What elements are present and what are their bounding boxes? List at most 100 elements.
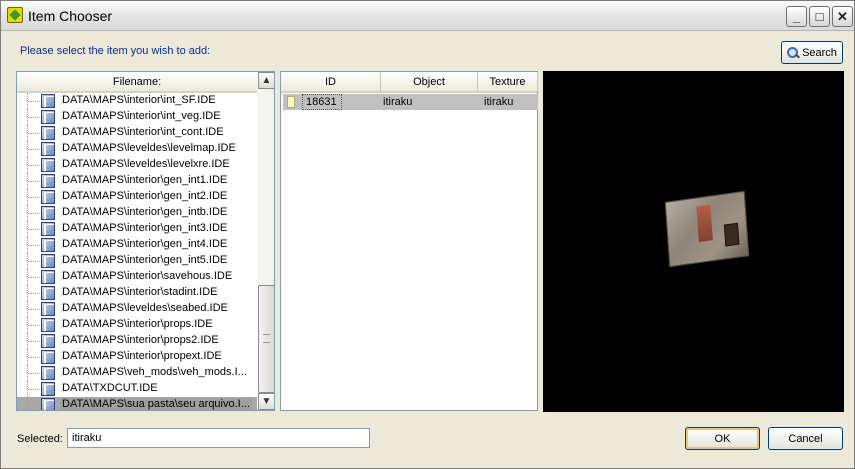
tree-connector	[27, 397, 28, 410]
file-icon	[41, 94, 55, 108]
title-bar[interactable]: Item Chooser _ □ ✕	[1, 1, 854, 31]
file-icon	[41, 398, 55, 410]
file-label: DATA\MAPS\interior\props2.IDE	[62, 334, 219, 346]
object-table-header: ID Object Texture	[281, 72, 538, 93]
maximize-button[interactable]: □	[809, 6, 830, 27]
column-header-object[interactable]: Object	[381, 72, 478, 92]
file-icon	[41, 366, 55, 380]
list-item[interactable]: DATA\MAPS\leveldes\seabed.IDE	[17, 301, 257, 317]
file-label: DATA\MAPS\interior\stadint.IDE	[62, 286, 218, 298]
tree-branch	[28, 261, 40, 262]
list-item[interactable]: DATA\MAPS\interior\int_SF.IDE	[17, 93, 257, 109]
file-label: DATA\MAPS\interior\int_veg.IDE	[62, 110, 221, 122]
list-item[interactable]: DATA\MAPS\interior\props.IDE	[17, 317, 257, 333]
scroll-up-button[interactable]: ▲	[258, 72, 274, 89]
file-label: DATA\MAPS\sua pasta\seu arquivo.I...	[60, 398, 252, 410]
tree-branch	[28, 325, 40, 326]
list-item[interactable]: DATA\MAPS\interior\gen_int2.IDE	[17, 189, 257, 205]
tree-branch	[28, 293, 40, 294]
close-button[interactable]: ✕	[832, 6, 853, 27]
list-item[interactable]: DATA\MAPS\interior\int_cont.IDE	[17, 125, 257, 141]
list-item[interactable]: DATA\MAPS\leveldes\levelxre.IDE	[17, 157, 257, 173]
cancel-button[interactable]: Cancel	[768, 427, 843, 450]
instruction-text: Please select the item you wish to add:	[20, 45, 211, 57]
file-icon	[41, 126, 55, 140]
tree-branch	[28, 309, 40, 310]
minimize-button[interactable]: _	[786, 6, 807, 27]
3d-model-render	[664, 190, 750, 268]
object-table[interactable]: ID Object Texture 18631 itiraku itiraku	[280, 71, 538, 411]
file-rows: DATA\MAPS\interior\int_SF.IDE DATA\MAPS\i…	[17, 93, 257, 410]
file-label: DATA\MAPS\interior\gen_int3.IDE	[62, 222, 228, 234]
list-item[interactable]: DATA\MAPS\interior\gen_intb.IDE	[17, 205, 257, 221]
file-icon	[41, 158, 55, 172]
file-icon	[41, 318, 55, 332]
tree-branch	[28, 101, 40, 102]
list-item[interactable]: DATA\MAPS\interior\gen_int1.IDE	[17, 173, 257, 189]
column-header-id[interactable]: ID	[281, 72, 381, 92]
tree-branch	[28, 405, 40, 406]
selected-label: Selected:	[17, 433, 63, 445]
file-icon	[41, 142, 55, 156]
list-item[interactable]: DATA\TXDCUT.IDE	[17, 381, 257, 397]
item-chooser-window: Item Chooser _ □ ✕ Please select the ite…	[0, 0, 855, 469]
list-item[interactable]: DATA\MAPS\leveldes\levelmap.IDE	[17, 141, 257, 157]
column-header-texture[interactable]: Texture	[478, 72, 538, 92]
selected-field[interactable]	[67, 428, 370, 448]
cell-object: itiraku	[383, 96, 413, 108]
list-item[interactable]: DATA\MAPS\interior\stadint.IDE	[17, 285, 257, 301]
file-label: DATA\MAPS\leveldes\levelxre.IDE	[62, 158, 230, 170]
list-item[interactable]: DATA\MAPS\interior\propext.IDE	[17, 349, 257, 365]
file-label: DATA\MAPS\interior\gen_int5.IDE	[62, 254, 228, 266]
tree-branch	[28, 213, 40, 214]
scroll-thumb[interactable]	[258, 285, 274, 393]
file-label: DATA\MAPS\interior\props.IDE	[62, 318, 213, 330]
file-label: DATA\MAPS\interior\propext.IDE	[62, 350, 222, 362]
tree-branch	[28, 341, 40, 342]
file-label: DATA\MAPS\interior\gen_int1.IDE	[62, 174, 228, 186]
app-icon	[7, 7, 23, 23]
list-item[interactable]: DATA\MAPS\interior\gen_int5.IDE	[17, 253, 257, 269]
tree-branch	[28, 277, 40, 278]
file-icon	[41, 238, 55, 252]
file-label: DATA\MAPS\interior\int_cont.IDE	[62, 126, 224, 138]
tree-branch	[28, 389, 40, 390]
cell-id: 18631	[306, 96, 337, 108]
list-item[interactable]: DATA\MAPS\sua pasta\seu arquivo.I...	[17, 397, 257, 410]
tree-branch	[28, 229, 40, 230]
file-label: DATA\MAPS\interior\int_SF.IDE	[62, 94, 216, 106]
file-label: DATA\MAPS\interior\gen_int2.IDE	[62, 190, 228, 202]
ok-button[interactable]: OK	[685, 427, 760, 450]
tree-branch	[28, 197, 40, 198]
filename-column-header[interactable]: Filename:	[17, 72, 257, 93]
file-label: DATA\MAPS\interior\gen_intb.IDE	[62, 206, 228, 218]
file-icon	[41, 334, 55, 348]
tree-branch	[28, 181, 40, 182]
list-item[interactable]: DATA\MAPS\veh_mods\veh_mods.I...	[17, 365, 257, 381]
list-item[interactable]: DATA\MAPS\interior\gen_int3.IDE	[17, 221, 257, 237]
file-icon	[41, 206, 55, 220]
file-label: DATA\MAPS\leveldes\seabed.IDE	[62, 302, 228, 314]
tree-branch	[28, 165, 40, 166]
window-title: Item Chooser	[28, 8, 113, 24]
tree-branch	[28, 357, 40, 358]
file-icon	[41, 382, 55, 396]
file-list-scrollbar[interactable]: ▲ ▼	[258, 72, 274, 410]
list-item[interactable]: DATA\MAPS\interior\props2.IDE	[17, 333, 257, 349]
tree-branch	[28, 245, 40, 246]
file-icon	[41, 286, 55, 300]
list-item[interactable]: DATA\MAPS\interior\savehous.IDE	[17, 269, 257, 285]
cell-texture: itiraku	[484, 96, 514, 108]
tree-branch	[28, 117, 40, 118]
model-preview[interactable]	[543, 71, 844, 412]
file-label: DATA\MAPS\leveldes\levelmap.IDE	[62, 142, 236, 154]
search-button-label: Search	[802, 46, 837, 59]
list-item[interactable]: DATA\MAPS\interior\gen_int4.IDE	[17, 237, 257, 253]
table-row[interactable]: 18631 itiraku itiraku	[283, 94, 538, 110]
file-list[interactable]: Filename: DATA\MAPS\interior\int_SF.IDE D…	[16, 71, 275, 411]
file-icon	[41, 110, 55, 124]
search-button[interactable]: Search	[781, 41, 843, 64]
tree-branch	[28, 133, 40, 134]
scroll-down-button[interactable]: ▼	[258, 393, 274, 410]
list-item[interactable]: DATA\MAPS\interior\int_veg.IDE	[17, 109, 257, 125]
